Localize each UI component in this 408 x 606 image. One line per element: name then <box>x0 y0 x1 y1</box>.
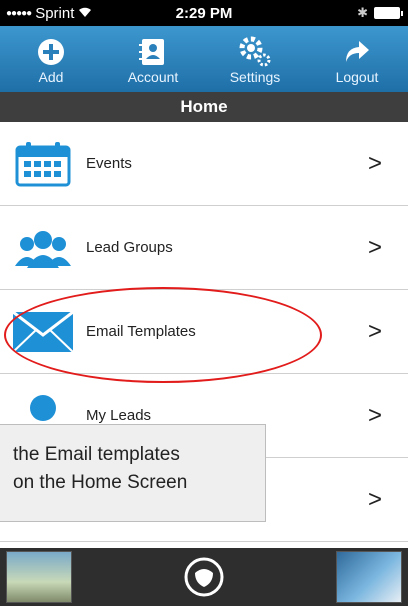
gears-icon <box>237 35 273 69</box>
left-thumbnail-image[interactable] <box>6 551 72 603</box>
settings-label: Settings <box>229 69 281 85</box>
menu-item-label: Lead Groups <box>86 239 173 256</box>
top-toolbar: Add Account Settings Logout <box>0 26 408 92</box>
share-arrow-icon <box>339 35 375 69</box>
bluetooth-icon: ✱ <box>357 5 368 20</box>
account-label: Account <box>127 69 179 85</box>
battery-icon <box>374 7 403 19</box>
highlight-ellipse <box>4 287 322 383</box>
status-right: ✱ <box>357 5 403 21</box>
bottom-bar <box>0 548 408 606</box>
menu-item-label: My Leads <box>86 407 152 424</box>
people-group-icon <box>8 218 78 278</box>
right-thumbnail-image[interactable] <box>336 551 402 603</box>
chevron-right-icon: > <box>367 401 382 429</box>
chevron-right-icon: > <box>367 485 382 513</box>
account-button[interactable]: Account <box>102 26 204 92</box>
status-left: ●●●●● Sprint <box>6 5 92 22</box>
menu-item-lead-groups[interactable]: Lead Groups > <box>0 206 408 290</box>
menu-item-label: Events <box>86 155 132 172</box>
carrier-name: Sprint <box>35 4 75 22</box>
menu-item-events[interactable]: Events > <box>0 122 408 206</box>
plus-circle-icon <box>33 35 69 69</box>
callout-line-1: the Email templates <box>13 444 180 465</box>
logout-button[interactable]: Logout <box>306 26 408 92</box>
app-logo-icon[interactable] <box>182 555 226 599</box>
callout-line-2: on the Home Screen <box>13 472 188 493</box>
logout-label: Logout <box>335 69 379 85</box>
chevron-right-icon: > <box>367 317 382 345</box>
chevron-right-icon: > <box>367 233 382 261</box>
instruction-callout: the Email templates on the Home Screen <box>0 424 266 522</box>
page-title: Home <box>0 92 408 122</box>
settings-button[interactable]: Settings <box>204 26 306 92</box>
calendar-icon <box>8 134 78 194</box>
wifi-icon <box>78 6 92 21</box>
add-label: Add <box>38 69 64 85</box>
status-bar: ●●●●● Sprint 2:29 PM ✱ <box>0 0 408 26</box>
signal-strength-icon: ●●●●● <box>6 7 32 19</box>
chevron-right-icon: > <box>367 149 382 177</box>
add-button[interactable]: Add <box>0 26 102 92</box>
contact-card-icon <box>135 35 171 69</box>
